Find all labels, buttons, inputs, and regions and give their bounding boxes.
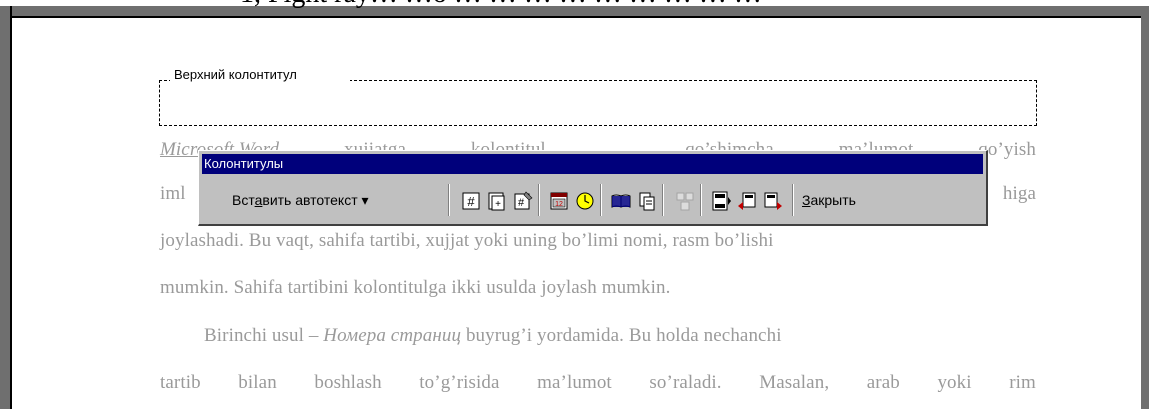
show-next-icon[interactable] — [762, 190, 784, 212]
svg-text:12: 12 — [555, 201, 563, 208]
window-frame-top-inner — [10, 16, 1149, 18]
show-document-text-icon[interactable] — [636, 190, 658, 212]
doc-text: Birinchi usul – — [204, 325, 324, 346]
page-setup-icon[interactable] — [610, 190, 632, 212]
toolbar-buttons-row: Вставить автотекст ▾ # + # 12 Закрыть — [202, 178, 983, 222]
svg-text:+: + — [495, 199, 501, 210]
cut-off-text-strip: 1, Fight ray… …o … … … … … … … … … — [0, 0, 1149, 8]
doc-text: iml — [160, 183, 186, 204]
insert-page-number-icon[interactable]: # — [460, 190, 482, 212]
window-frame-right — [1141, 6, 1149, 409]
toolbar-title-bar[interactable]: Колонтитулы — [202, 154, 983, 174]
doc-text: tartib — [160, 372, 201, 393]
doc-text: higa — [1002, 183, 1036, 204]
doc-text: Masalan, — [759, 372, 830, 393]
cut-off-text: 1, Fight ray… …o … … … … … … … … … — [240, 0, 762, 8]
document-line-3: joylashadi. Bu vaqt, sahifa tartibi, xuj… — [160, 230, 774, 251]
document-line-5: Birinchi usul – Номера страниц buyrug’i … — [160, 325, 1036, 347]
window-frame-left-inner — [10, 6, 12, 409]
doc-text-italic: Номера страниц — [323, 325, 462, 346]
insert-page-count-icon[interactable]: + — [486, 190, 508, 212]
doc-text: boshlash — [314, 372, 382, 393]
header-label: Верхний колонтитул — [174, 67, 297, 82]
toolbar-title: Колонтитулы — [204, 156, 284, 171]
doc-text: yoki — [937, 372, 972, 393]
autotext-label-part: Вст — [232, 192, 255, 208]
document-line-4: mumkin. Sahifa tartibini kolontitulga ik… — [160, 277, 671, 298]
insert-date-icon[interactable]: 12 — [548, 190, 570, 212]
doc-text: to’g’risida — [419, 372, 500, 393]
toolbar-separator — [538, 184, 540, 216]
document-line-6: tartib bilan boshlash to’g’risida ma’lum… — [160, 372, 1036, 394]
toolbar-separator — [792, 184, 794, 216]
svg-text:#: # — [518, 197, 525, 209]
doc-text: ma’lumot — [537, 372, 612, 393]
window-frame-left — [0, 6, 10, 409]
toolbar-separator — [448, 184, 450, 216]
doc-text: rim — [1009, 372, 1036, 393]
doc-text: bilan — [238, 372, 277, 393]
show-previous-icon[interactable] — [736, 190, 758, 212]
doc-text: buyrug’i yordamida. Bu holda nechanchi — [461, 325, 782, 346]
close-toolbar-button[interactable]: Закрыть — [802, 188, 856, 212]
switch-header-footer-icon[interactable] — [710, 190, 732, 212]
doc-text: so’raladi. — [649, 372, 722, 393]
toolbar-separator — [600, 184, 602, 216]
header-area[interactable] — [159, 80, 1037, 126]
toolbar-separator — [662, 184, 664, 216]
autotext-label-part: вить автотекст ▾ — [262, 192, 369, 208]
toolbar-separator — [700, 184, 702, 216]
svg-text:#: # — [467, 194, 475, 209]
doc-text: arab — [866, 372, 900, 393]
insert-autotext-button[interactable]: Вставить автотекст ▾ — [212, 188, 389, 212]
format-page-number-icon[interactable]: # — [512, 190, 534, 212]
close-label: акрыть — [810, 192, 856, 208]
header-footer-toolbar: Колонтитулы Вставить автотекст ▾ # + # 1… — [198, 150, 988, 226]
insert-time-icon[interactable] — [574, 190, 596, 212]
same-as-previous-icon[interactable] — [674, 190, 696, 212]
